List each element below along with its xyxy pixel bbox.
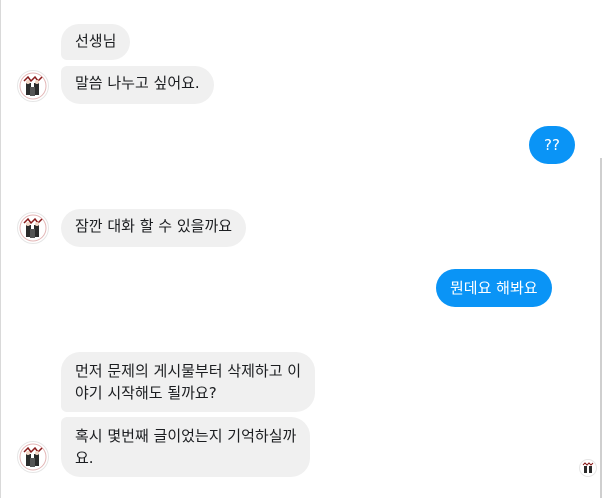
- message-text-line: 야기 시작해도 될까요?: [75, 384, 217, 402]
- message-text: ??: [544, 136, 560, 154]
- message-text: 말씀 나누고 싶어요.: [75, 74, 200, 92]
- message-text-line: 요.: [75, 449, 94, 467]
- message-bubble-incoming[interactable]: 먼저 문제의 게시물부터 삭제하고 이 야기 시작해도 될까요?: [61, 352, 316, 412]
- left-border: [0, 0, 1, 498]
- message-bubble-incoming[interactable]: 혹시 몇번째 글이었는지 기억하실까 요.: [61, 417, 311, 477]
- scrollbar[interactable]: [600, 158, 602, 498]
- message-text-line: 먼저 문제의 게시물부터 삭제하고 이: [75, 362, 302, 380]
- contact-avatar-icon[interactable]: [17, 212, 49, 244]
- message-text: 잠깐 대화 할 수 있을까요: [75, 217, 233, 235]
- read-receipt-avatar-icon: [579, 459, 597, 477]
- contact-avatar-icon[interactable]: [17, 70, 49, 102]
- message-text-line: 혹시 몇번째 글이었는지 기억하실까: [75, 427, 297, 445]
- message-text: 선생님: [75, 32, 117, 50]
- message-bubble-incoming[interactable]: 말씀 나누고 싶어요.: [61, 66, 214, 104]
- message-bubble-outgoing[interactable]: ??: [529, 126, 575, 164]
- message-bubble-incoming[interactable]: 선생님: [61, 24, 131, 60]
- contact-avatar-icon[interactable]: [17, 441, 49, 473]
- message-bubble-incoming[interactable]: 잠깐 대화 할 수 있을까요: [61, 209, 247, 247]
- message-bubble-outgoing[interactable]: 뭔데요 해봐요: [436, 269, 552, 307]
- message-text: 뭔데요 해봐요: [450, 279, 538, 297]
